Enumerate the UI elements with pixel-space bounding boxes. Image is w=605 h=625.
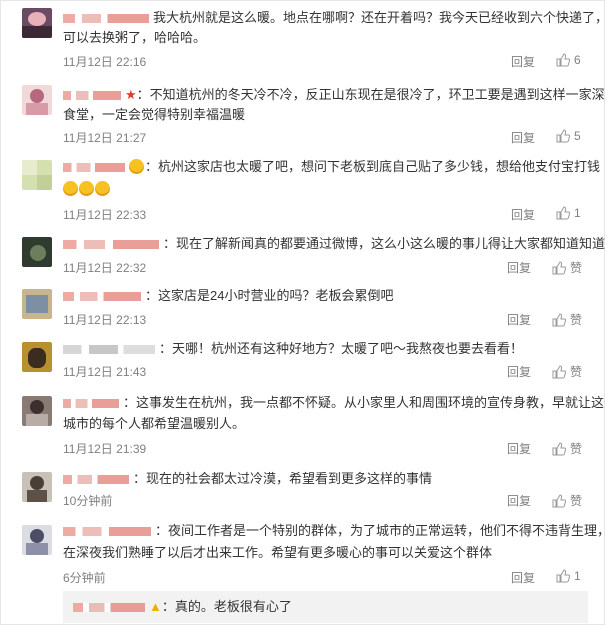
avatar[interactable]: [22, 85, 52, 115]
timestamp: 11月12日 22:32: [63, 261, 147, 275]
like-count: 1: [574, 569, 581, 583]
thumbs-up-icon: [552, 313, 566, 327]
username[interactable]: [63, 475, 129, 485]
like-count: 赞: [570, 494, 583, 508]
thumbs-up-icon: [556, 53, 570, 67]
timestamp: 11月12日 22:16: [63, 55, 147, 69]
avatar[interactable]: [22, 525, 52, 555]
timestamp: 11月12日 21:39: [63, 442, 147, 456]
like-button[interactable]: 1: [556, 569, 581, 583]
like-button[interactable]: 1: [556, 206, 581, 220]
emoji-icon: [95, 181, 110, 196]
thumbs-up-icon: [556, 569, 570, 583]
username[interactable]: [63, 292, 141, 302]
username[interactable]: [63, 14, 149, 24]
badge-icon: ★: [125, 87, 137, 102]
emoji-icon: [79, 181, 94, 196]
like-button[interactable]: 5: [556, 129, 581, 143]
like-count: 赞: [570, 261, 583, 275]
emoji-icon: [129, 159, 144, 174]
thumbs-up-icon: [556, 206, 570, 220]
comment-text: 我大杭州就是这么暖。地点在哪啊？还在开着吗？我今天已经收到六个快递了，: [153, 10, 605, 25]
comment-text-cont: 城市的每个人都希望温暖别人。: [63, 416, 246, 431]
like-count: 赞: [570, 442, 583, 456]
comment-text: 现在了解新闻真的都要通过微博，这么小这么暖的事儿得让大家都知道知道啊: [176, 236, 605, 251]
reply-button[interactable]: 回复: [511, 569, 535, 586]
emoji-row: [63, 179, 111, 199]
like-button[interactable]: 赞: [552, 259, 582, 276]
comment-text-cont: 在深夜我们熟睡了以后才出来工作。希望有更多暖心的事可以关爱这个群体: [63, 545, 493, 560]
username[interactable]: [63, 345, 155, 355]
thumbs-up-icon: [552, 442, 566, 456]
reply-button[interactable]: 回复: [511, 129, 535, 146]
username[interactable]: [63, 91, 121, 101]
comment-text: 天哪！杭州还有这种好地方？太暖了吧～我熬夜也要去看看！: [172, 341, 524, 356]
like-count: 5: [574, 129, 581, 143]
comment-text: 这事发生在杭州，我一点都不怀疑。从小家里人和周围环境的宣传身教，早就让这个: [136, 395, 605, 410]
like-count: 6: [574, 53, 581, 67]
like-button[interactable]: 赞: [552, 440, 582, 457]
reply-button[interactable]: 回复: [511, 206, 535, 223]
comment-text: 这家店是24小时营业的吗？老板会累倒吧: [158, 288, 394, 303]
username[interactable]: [63, 399, 119, 409]
avatar[interactable]: [22, 237, 52, 267]
avatar[interactable]: [22, 472, 52, 502]
reply-button[interactable]: 回复: [507, 492, 531, 509]
thumbs-up-icon: [552, 494, 566, 508]
username[interactable]: [63, 527, 151, 537]
comment-text: 现在的社会都太过冷漠，希望看到更多这样的事情: [146, 471, 433, 486]
avatar[interactable]: [22, 342, 52, 372]
like-count: 赞: [570, 313, 583, 327]
reply-button[interactable]: 回复: [507, 259, 531, 276]
reply-button[interactable]: 回复: [507, 440, 531, 457]
like-button[interactable]: 6: [556, 53, 581, 67]
comment-text: 夜间工作者是一个特别的群体，为了城市的正常运转，他们不得不违背生理，: [168, 523, 605, 538]
avatar[interactable]: [22, 8, 52, 38]
like-count: 1: [574, 206, 581, 220]
avatar[interactable]: [22, 396, 52, 426]
sub-reply-text: 真的。老板很有心了: [174, 599, 292, 614]
username[interactable]: [73, 603, 145, 613]
comment-text: 杭州这家店也太暖了吧，想问下老板到底自己贴了多少钱，想给他支付宝打钱: [158, 159, 601, 174]
thumbs-up-icon: [552, 365, 566, 379]
thumbs-up-icon: [556, 129, 570, 143]
emoji-icon: [63, 181, 78, 196]
sub-reply: ▲：真的。老板很有心了: [63, 591, 588, 623]
timestamp: 11月12日 21:27: [63, 131, 147, 145]
reply-button[interactable]: 回复: [511, 53, 535, 70]
timestamp: 6分钟前: [63, 571, 106, 585]
like-button[interactable]: 赞: [552, 311, 582, 328]
timestamp: 11月12日 22:13: [63, 313, 147, 327]
username[interactable]: [63, 163, 125, 173]
like-button[interactable]: 赞: [552, 492, 582, 509]
timestamp: 10分钟前: [63, 494, 113, 508]
reply-button[interactable]: 回复: [507, 363, 531, 380]
timestamp: 11月12日 22:33: [63, 208, 147, 222]
like-button[interactable]: 赞: [552, 363, 582, 380]
emoji-icon: ▲: [149, 599, 162, 614]
comment-text: 不知道杭州的冬天冷不冷，反正山东现在是很冷了，环卫工要是遇到这样一家深夜: [149, 87, 605, 102]
timestamp: 11月12日 21:43: [63, 365, 147, 379]
avatar[interactable]: [22, 289, 52, 319]
comment-text-cont: 可以去换粥了，哈哈哈。: [63, 30, 207, 45]
like-count: 赞: [570, 365, 583, 379]
thumbs-up-icon: [552, 261, 566, 275]
comment-text-cont: 食堂，一定会觉得特别幸福温暖: [63, 107, 246, 122]
avatar[interactable]: [22, 160, 52, 190]
username[interactable]: [63, 240, 159, 250]
reply-button[interactable]: 回复: [507, 311, 531, 328]
